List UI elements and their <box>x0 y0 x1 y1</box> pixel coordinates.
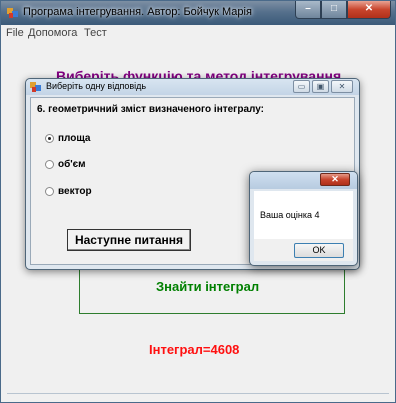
integral-result: Інтеграл=4608 <box>149 342 240 357</box>
message-box-body: Ваша оцінка 4 OK <box>254 191 353 261</box>
option-label[interactable]: об'єм <box>58 159 86 170</box>
menu-help[interactable]: Допомога <box>28 27 77 39</box>
question-text: 6. геометричний зміст визначеного інтегр… <box>37 104 265 115</box>
menu-test[interactable]: Тест <box>84 27 107 39</box>
menu-file[interactable]: File <box>6 27 24 39</box>
dialog-app-icon <box>30 82 41 92</box>
question-dialog-title: Виберіть одну відповідь <box>46 81 147 91</box>
minimize-button[interactable]: – <box>295 1 321 19</box>
app-icon <box>7 8 18 18</box>
question-dialog-title-bar[interactable]: Виберіть одну відповідь ▭ ▣ ✕ <box>26 79 359 95</box>
dialog-close-button[interactable]: ✕ <box>331 80 353 93</box>
next-question-button[interactable]: Наступне питання <box>67 229 191 251</box>
find-integral-label[interactable]: Знайти інтеграл <box>156 279 259 294</box>
radio-button-checked[interactable] <box>45 134 54 143</box>
option-label[interactable]: вектор <box>58 186 92 197</box>
message-close-button[interactable]: ✕ <box>320 173 350 186</box>
grade-text: Ваша оцінка 4 <box>260 210 320 220</box>
close-button[interactable]: ✕ <box>347 1 391 19</box>
message-box-footer: OK <box>254 239 353 261</box>
bottom-divider <box>7 393 389 399</box>
option-area[interactable]: площа <box>45 133 91 144</box>
main-title-bar[interactable]: Програма інтегрування. Автор: Бойчук Мар… <box>1 1 395 25</box>
option-label[interactable]: площа <box>58 133 91 144</box>
dialog-caption-buttons: ▭ ▣ ✕ <box>293 80 353 93</box>
dialog-minimize-button[interactable]: ▭ <box>293 80 310 93</box>
radio-button[interactable] <box>45 160 54 169</box>
message-box-title-bar[interactable]: ✕ <box>250 172 357 189</box>
menu-bar: File Допомога Тест <box>1 25 395 42</box>
dialog-maximize-button[interactable]: ▣ <box>312 80 329 93</box>
grade-message-box: ✕ Ваша оцінка 4 OK <box>249 171 358 266</box>
main-caption-buttons: – □ ✕ <box>295 1 391 19</box>
ok-button[interactable]: OK <box>294 243 344 258</box>
option-vector[interactable]: вектор <box>45 186 92 197</box>
radio-button[interactable] <box>45 187 54 196</box>
option-volume[interactable]: об'єм <box>45 159 86 170</box>
maximize-button[interactable]: □ <box>321 1 347 19</box>
main-window-title: Програма інтегрування. Автор: Бойчук Мар… <box>23 6 252 18</box>
